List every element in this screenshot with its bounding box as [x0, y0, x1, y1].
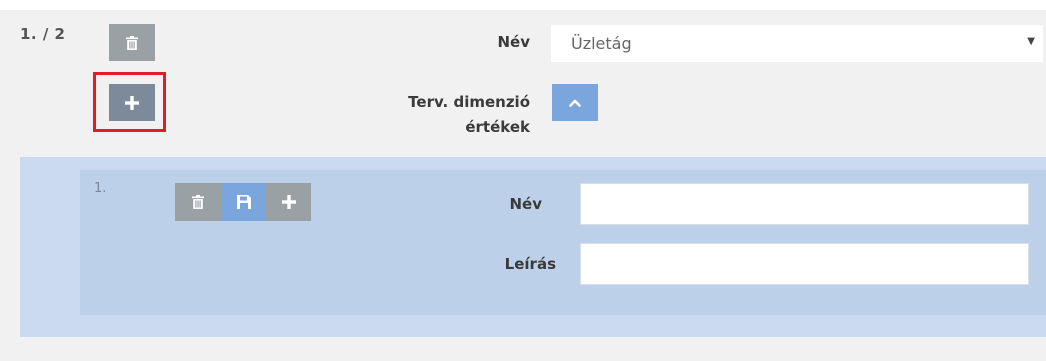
caret-down-icon: ▼	[1027, 36, 1035, 47]
chevron-up-icon	[569, 99, 581, 107]
delete-value-button[interactable]	[175, 183, 221, 221]
trash-icon	[126, 35, 138, 50]
value-nev-input[interactable]	[580, 183, 1029, 225]
trash-icon	[192, 195, 204, 209]
nev-label: Név	[497, 33, 530, 51]
value-nev-label: Név	[509, 195, 542, 213]
terv-dimenzio-label-line2: értékek	[465, 118, 530, 136]
value-leiras-label: Leírás	[504, 255, 556, 273]
terv-dimenzio-label-line1: Terv. dimenzió	[408, 93, 530, 111]
save-icon	[236, 195, 251, 209]
delete-row-button[interactable]	[109, 24, 155, 61]
nev-select-value: Üzletág	[571, 34, 632, 53]
add-dimension-value-button[interactable]	[109, 84, 155, 121]
plus-icon	[125, 95, 139, 110]
sub-item-index: 1.	[94, 181, 107, 196]
collapse-button[interactable]	[552, 84, 598, 121]
plus-icon	[281, 195, 296, 209]
row-index: 1. / 2	[20, 25, 66, 43]
add-value-button[interactable]	[266, 183, 311, 221]
value-leiras-input[interactable]	[580, 243, 1029, 285]
nev-select[interactable]: Üzletág ▼	[551, 25, 1043, 62]
save-value-button[interactable]	[221, 183, 266, 221]
